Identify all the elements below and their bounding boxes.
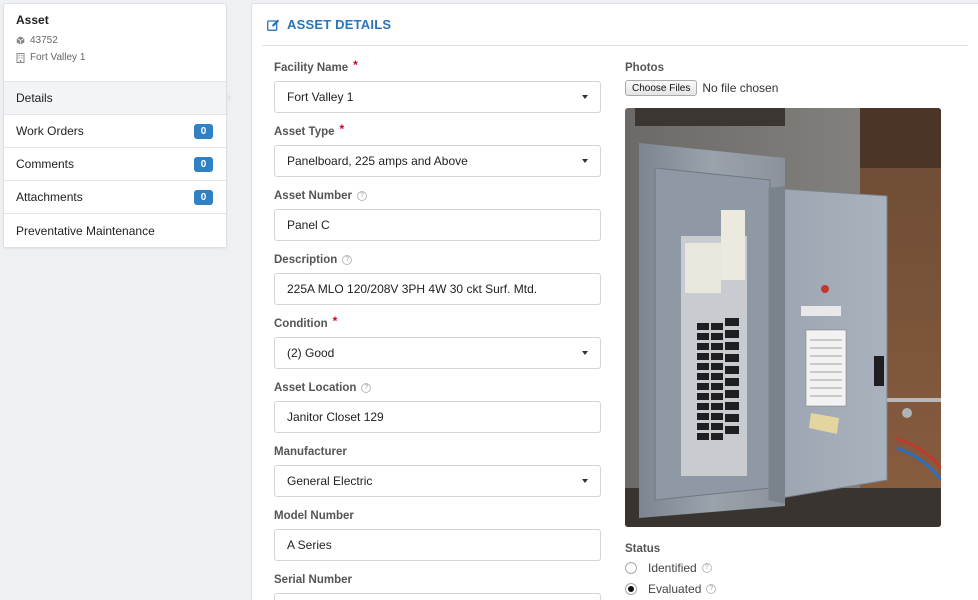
asset-location-label: Asset Location? xyxy=(274,379,601,396)
select-value: (2) Good xyxy=(287,346,335,360)
required-marker: * xyxy=(332,313,338,328)
manufacturer-label: Manufacturer xyxy=(274,443,601,460)
status-option-evaluated[interactable]: Evaluated ? xyxy=(625,578,945,599)
photos-status-column: Photos Choose Files No file chosen Statu… xyxy=(625,59,945,599)
caret-down-icon xyxy=(582,351,588,355)
asset-number-input[interactable]: Panel C xyxy=(274,209,601,241)
description-field: Description? 225A MLO 120/208V 3PH 4W 30… xyxy=(274,251,601,315)
label-text: Asset Number xyxy=(274,189,352,202)
status-option-identified[interactable]: Identified ? xyxy=(625,557,945,578)
condition-label: Condition * xyxy=(274,313,601,332)
sidebar-item-label: Comments xyxy=(16,157,75,171)
asset-type-label: Asset Type * xyxy=(274,121,601,140)
label-text: Facility Name xyxy=(274,61,349,74)
asset-location-input[interactable]: Janitor Closet 129 xyxy=(274,401,601,433)
radio-button[interactable] xyxy=(625,561,637,574)
sidebar-item-label: Work Orders xyxy=(16,124,84,138)
asset-type-field: Asset Type * Panelboard, 225 amps and Abo… xyxy=(274,121,601,187)
page-title: ASSET DETAILS xyxy=(287,17,392,32)
count-badge: 0 xyxy=(194,156,213,172)
label-text: Manufacturer xyxy=(274,445,347,458)
panel-header: ASSET DETAILS xyxy=(262,4,968,46)
required-marker: * xyxy=(339,121,345,136)
label-text: Asset Location xyxy=(274,381,357,394)
sidebar-item-comments[interactable]: Comments 0 xyxy=(4,148,226,181)
facility-name-select[interactable]: Fort Valley 1 xyxy=(274,81,601,113)
required-marker: * xyxy=(353,57,358,72)
condition-field: Condition * (2) Good xyxy=(274,313,601,379)
manufacturer-field: Manufacturer General Electric xyxy=(274,443,601,507)
help-icon[interactable]: ? xyxy=(342,254,353,265)
select-value: Fort Valley 1 xyxy=(287,90,354,104)
label-text: Condition xyxy=(274,317,328,330)
sidebar-item-label: Attachments xyxy=(16,190,83,204)
asset-details-panel: ASSET DETAILS Facility Name * Fort Valley… xyxy=(251,3,978,600)
help-icon[interactable]: ? xyxy=(706,583,717,594)
photos-label: Photos xyxy=(625,61,664,74)
status-label: Status xyxy=(625,542,661,555)
no-file-text: No file chosen xyxy=(702,81,779,95)
description-input[interactable]: 225A MLO 120/208V 3PH 4W 30 ckt Surf. Mt… xyxy=(274,273,601,305)
sidebar-item-details[interactable]: Details xyxy=(4,82,232,115)
asset-number-label: Asset Number? xyxy=(274,187,601,204)
help-icon[interactable]: ? xyxy=(361,382,372,393)
asset-number-field: Asset Number? Panel C xyxy=(274,187,601,251)
input-value: Panel C xyxy=(287,218,330,232)
model-number-label: Model Number xyxy=(274,507,601,524)
file-upload-row: Choose Files No file chosen xyxy=(625,80,945,96)
sidebar-item-preventative-maintenance[interactable]: Preventative Maintenance xyxy=(4,214,226,247)
label-text: Description xyxy=(274,253,338,266)
input-value: 225A MLO 120/208V 3PH 4W 30 ckt Surf. Mt… xyxy=(287,282,538,296)
select-value: Panelboard, 225 amps and Above xyxy=(287,154,468,168)
radio-label: Identified xyxy=(648,560,697,575)
asset-facility: Fort Valley 1 xyxy=(30,52,86,63)
count-badge: 0 xyxy=(194,123,213,139)
select-value: General Electric xyxy=(287,474,373,488)
radio-label: Evaluated xyxy=(648,581,702,596)
input-value: Janitor Closet 129 xyxy=(287,410,384,424)
help-icon[interactable]: ? xyxy=(701,562,712,573)
facility-name-label: Facility Name * xyxy=(274,57,601,76)
count-badge: 0 xyxy=(194,189,213,205)
sidebar-item-attachments[interactable]: Attachments 0 xyxy=(4,181,226,214)
condition-select[interactable]: (2) Good xyxy=(274,337,601,369)
sidebar-item-label: Preventative Maintenance xyxy=(16,223,155,238)
asset-summary: Asset 43752 Fort Valley 1 xyxy=(4,4,226,82)
building-icon xyxy=(16,52,25,63)
manufacturer-select[interactable]: General Electric xyxy=(274,465,601,497)
asset-type-select[interactable]: Panelboard, 225 amps and Above xyxy=(274,145,601,177)
asset-title: Asset xyxy=(16,13,49,27)
choose-files-button[interactable]: Choose Files xyxy=(625,80,698,96)
facility-name-field: Facility Name * Fort Valley 1 xyxy=(274,57,601,123)
asset-photo xyxy=(625,108,941,527)
serial-number-input[interactable] xyxy=(274,593,601,600)
radio-button-selected[interactable] xyxy=(625,582,637,595)
model-number-field: Model Number A Series xyxy=(274,507,601,571)
caret-down-icon xyxy=(582,159,588,163)
sidebar-item-label: Details xyxy=(16,91,53,105)
label-text: Serial Number xyxy=(274,573,352,586)
asset-id: 43752 xyxy=(30,35,58,46)
serial-number-label: Serial Number xyxy=(274,571,601,588)
help-icon[interactable]: ? xyxy=(356,190,367,201)
label-text: Model Number xyxy=(274,509,354,522)
input-value: A Series xyxy=(287,538,332,552)
caret-down-icon xyxy=(582,479,588,483)
label-text: Asset Type xyxy=(274,125,335,138)
electrical-panel-photo xyxy=(625,108,941,527)
asset-sidebar: Asset 43752 Fort Valley 1 Details Work O… xyxy=(3,3,232,248)
serial-number-field: Serial Number xyxy=(274,571,601,600)
sidebar-item-work-orders[interactable]: Work Orders 0 xyxy=(4,115,226,148)
asset-location-field: Asset Location? Janitor Closet 129 xyxy=(274,379,601,443)
edit-icon xyxy=(267,19,280,31)
description-label: Description? xyxy=(274,251,601,268)
caret-down-icon xyxy=(582,95,588,99)
cube-icon xyxy=(16,36,25,45)
asset-facility-row: Fort Valley 1 xyxy=(16,52,214,63)
asset-id-row: 43752 xyxy=(16,35,214,46)
asset-form: Facility Name * Fort Valley 1 Asset Type *… xyxy=(274,57,601,600)
model-number-input[interactable]: A Series xyxy=(274,529,601,561)
